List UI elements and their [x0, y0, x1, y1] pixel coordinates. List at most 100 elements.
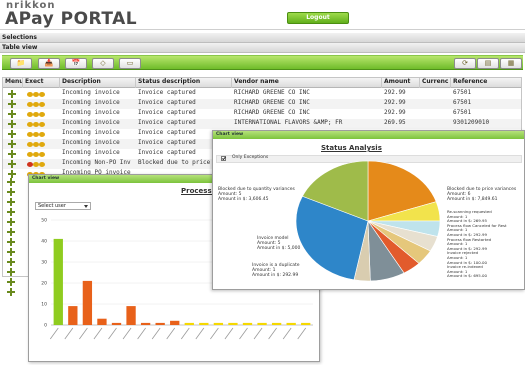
annotation-status-list: Re-scanning requested Amount: 1 Amount in …	[447, 209, 507, 279]
column-reference[interactable]: Reference	[451, 78, 521, 88]
column-vendor-name[interactable]: Vendor name	[232, 78, 382, 88]
cell-description: Incoming invoice	[62, 149, 120, 156]
status-lights-icon	[27, 122, 45, 127]
column-currency[interactable]: Currenc	[420, 78, 451, 88]
expand-plus-icon[interactable]	[7, 228, 15, 236]
y-tick-label: 40	[41, 239, 47, 245]
x-tick-label	[180, 327, 190, 340]
export-icon[interactable]: ▤	[477, 58, 499, 69]
x-tick-label	[224, 327, 234, 340]
annotation-price-variances: Blocked due to price variances Amount: 6…	[447, 187, 517, 202]
expand-plus-icon[interactable]	[8, 120, 16, 128]
open-folder-icon[interactable]: 📁	[10, 58, 32, 69]
expand-plus-icon[interactable]	[8, 140, 16, 148]
cell-description: Incoming invoice	[62, 99, 120, 106]
x-tick-label	[239, 327, 248, 340]
table-view-section-header[interactable]: Table view	[0, 43, 525, 53]
column-description[interactable]: Description	[60, 78, 136, 88]
x-tick-label	[210, 327, 219, 340]
refresh-icon[interactable]: ⟳	[454, 58, 476, 69]
annotation-invoice-model: Invoice model Amount: 5 Amount in $: 5,0…	[257, 236, 301, 251]
status-lights-icon	[27, 102, 45, 107]
tag-icon[interactable]: ◇	[92, 58, 114, 69]
annotation-quantity-variances: Blocked due to quantity variances Amount…	[218, 187, 295, 202]
x-tick-label	[122, 327, 132, 340]
expand-plus-icon[interactable]	[7, 198, 15, 206]
bar[interactable]	[242, 322, 253, 325]
cell-description: Incoming invoice	[62, 119, 120, 126]
y-tick-label: 10	[41, 302, 47, 308]
expand-plus-icon[interactable]	[8, 170, 16, 178]
bar[interactable]	[286, 322, 296, 325]
cell-currency	[420, 99, 451, 109]
y-tick-label: 30	[41, 260, 47, 266]
bar[interactable]	[82, 280, 93, 325]
cell-reference: 67501	[453, 109, 472, 116]
expand-plus-icon[interactable]	[8, 110, 16, 118]
bar[interactable]	[184, 322, 194, 325]
cell-vendor: RICHARD GREENE CO INC	[234, 109, 310, 116]
expand-plus-icon[interactable]	[7, 188, 15, 196]
status-lights-icon	[27, 112, 45, 117]
selections-section-header[interactable]: Selections	[0, 33, 525, 43]
expand-plus-icon[interactable]	[8, 150, 16, 158]
calendar-icon[interactable]: 📅	[65, 58, 87, 69]
bar[interactable]	[213, 322, 224, 325]
table-row[interactable]: Incoming invoice Invoice captured RICHARD …	[3, 109, 521, 119]
document-icon[interactable]: ▭	[119, 58, 141, 69]
cell-amount: 269.95	[384, 119, 406, 126]
y-tick-label: 0	[44, 323, 47, 329]
expand-plus-icon[interactable]	[7, 178, 15, 186]
cell-amount: 292.99	[384, 99, 406, 106]
x-tick-label	[166, 327, 176, 340]
bar[interactable]	[68, 306, 78, 325]
bar[interactable]	[170, 320, 180, 325]
expand-plus-icon[interactable]	[7, 268, 15, 276]
cell-description: Incoming invoice	[62, 89, 120, 96]
cell-reference: 9301209010	[453, 119, 490, 126]
column-status-description[interactable]: Status description	[136, 78, 232, 88]
app-title: APay PORTAL	[5, 9, 138, 29]
x-tick-label	[108, 327, 117, 340]
only-exceptions-checkbox[interactable]	[221, 156, 226, 161]
bar[interactable]	[271, 322, 282, 325]
expand-plus-icon[interactable]	[7, 278, 15, 286]
expand-plus-icon[interactable]	[7, 288, 15, 296]
bar[interactable]	[140, 322, 151, 325]
cell-vendor: RICHARD GREENE CO INC	[234, 89, 310, 96]
bar[interactable]	[228, 322, 238, 325]
x-tick-label	[195, 327, 205, 340]
table-row[interactable]: Incoming invoice Invoice captured INTERNAT…	[3, 119, 521, 129]
inbox-icon[interactable]: 📥	[38, 58, 60, 69]
table-row[interactable]: Incoming invoice Invoice captured RICHARD …	[3, 99, 521, 109]
column-amount[interactable]: Amount	[382, 78, 420, 88]
table-icon[interactable]: ▦	[500, 58, 522, 69]
cell-description: Incoming invoice	[62, 109, 120, 116]
bar[interactable]	[301, 322, 311, 325]
bar[interactable]	[126, 306, 136, 325]
expand-plus-icon[interactable]	[8, 160, 16, 168]
table-row[interactable]: Incoming invoice Invoice captured RICHARD …	[3, 89, 521, 99]
cell-description: Incoming Non-PO Inv	[62, 159, 131, 166]
bar[interactable]	[97, 318, 107, 325]
y-tick-label: 50	[41, 218, 47, 224]
expand-plus-icon[interactable]	[8, 130, 16, 138]
expand-plus-icon[interactable]	[7, 248, 15, 256]
x-tick-label	[79, 327, 88, 340]
bar[interactable]	[53, 238, 63, 325]
expand-plus-icon[interactable]	[7, 258, 15, 266]
expand-plus-icon[interactable]	[8, 100, 16, 108]
expand-plus-icon[interactable]	[7, 208, 15, 216]
column-menu[interactable]: Menu	[3, 78, 23, 88]
status-lights-icon	[27, 92, 45, 97]
expand-plus-icon[interactable]	[8, 90, 16, 98]
only-exceptions-label: Only Exceptions	[232, 155, 269, 160]
bar[interactable]	[155, 322, 165, 325]
expand-plus-icon[interactable]	[7, 238, 15, 246]
expand-plus-icon[interactable]	[7, 218, 15, 226]
logout-button[interactable]: Logout	[287, 12, 349, 24]
bar[interactable]	[257, 322, 267, 325]
bar[interactable]	[199, 322, 209, 325]
column-exect[interactable]: Exect	[23, 78, 60, 88]
bar[interactable]	[111, 322, 122, 325]
